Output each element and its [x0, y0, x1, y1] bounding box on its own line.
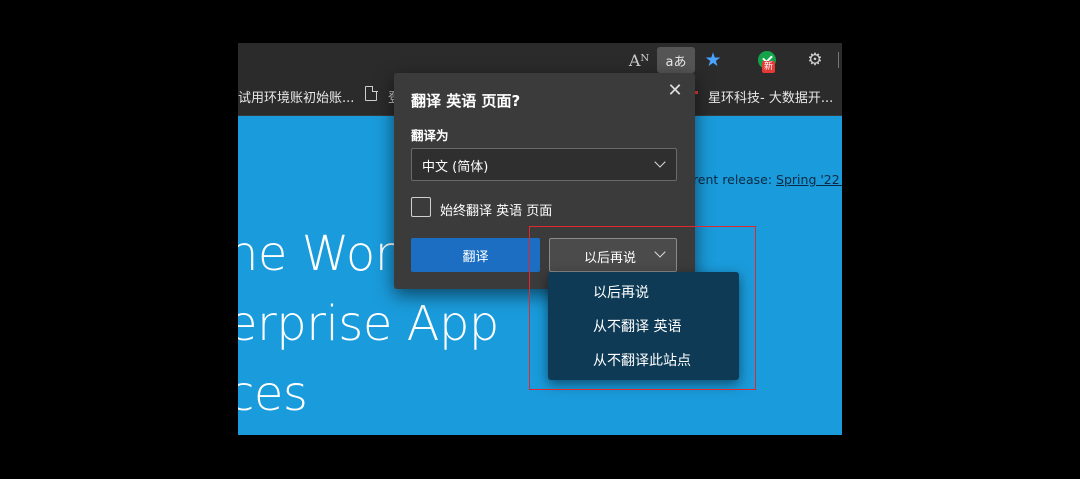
chevron-down-icon [654, 246, 666, 258]
language-select[interactable]: 中文 (简体) [411, 148, 677, 181]
release-link[interactable]: Spring '22 (S [776, 172, 842, 187]
menu-item-never-translate-site[interactable]: 从不翻译此站点 [593, 350, 691, 370]
not-now-button[interactable]: 以后再说 [549, 238, 677, 272]
popup-title: 翻译 英语 页面? [411, 92, 521, 110]
release-prefix: rrent release: [688, 172, 777, 187]
always-translate-label: 始终翻译 英语 页面 [440, 204, 553, 219]
release-text: rrent release: Spring '22 (S [688, 172, 842, 187]
toolbar-divider [838, 52, 839, 68]
bookmark-item[interactable]: 试用环境账初始账... [238, 87, 354, 106]
browser-toolbar: Aᴺ aあ ★ 新 ⚙ [238, 43, 842, 77]
translate-icon[interactable]: aあ [657, 47, 695, 73]
menu-item-not-now[interactable]: 以后再说 [593, 282, 649, 302]
later-options-menu: 以后再说 从不翻译 英语 从不翻译此站点 [548, 272, 739, 380]
hero-line: ces [238, 366, 308, 422]
new-badge: 新 [762, 61, 776, 73]
close-icon[interactable]: ✕ [664, 79, 686, 101]
hero-line: erprise App [238, 296, 499, 352]
translate-popup: 翻译 英语 页面? ✕ 翻译为 中文 (简体) 始终翻译 英语 页面 翻译 以后… [394, 73, 695, 289]
menu-item-never-translate-language[interactable]: 从不翻译 英语 [593, 316, 681, 336]
not-now-label: 以后再说 [584, 251, 637, 266]
hero-line: he Worl [238, 226, 407, 282]
read-aloud-icon[interactable]: Aᴺ [623, 47, 655, 73]
favorite-star-icon[interactable]: ★ [698, 47, 728, 73]
translate-button[interactable]: 翻译 [411, 238, 540, 272]
chevron-down-icon [654, 156, 666, 168]
extensions-puzzle-icon[interactable]: ⚙ [800, 47, 830, 73]
document-icon [365, 85, 378, 101]
translate-to-label: 翻译为 [411, 128, 449, 143]
favicon-icon [695, 91, 698, 94]
selected-language: 中文 (简体) [422, 160, 489, 175]
bookmark-item[interactable]: 星环科技- 大数据开... [708, 87, 833, 106]
always-translate-checkbox[interactable] [411, 197, 431, 217]
